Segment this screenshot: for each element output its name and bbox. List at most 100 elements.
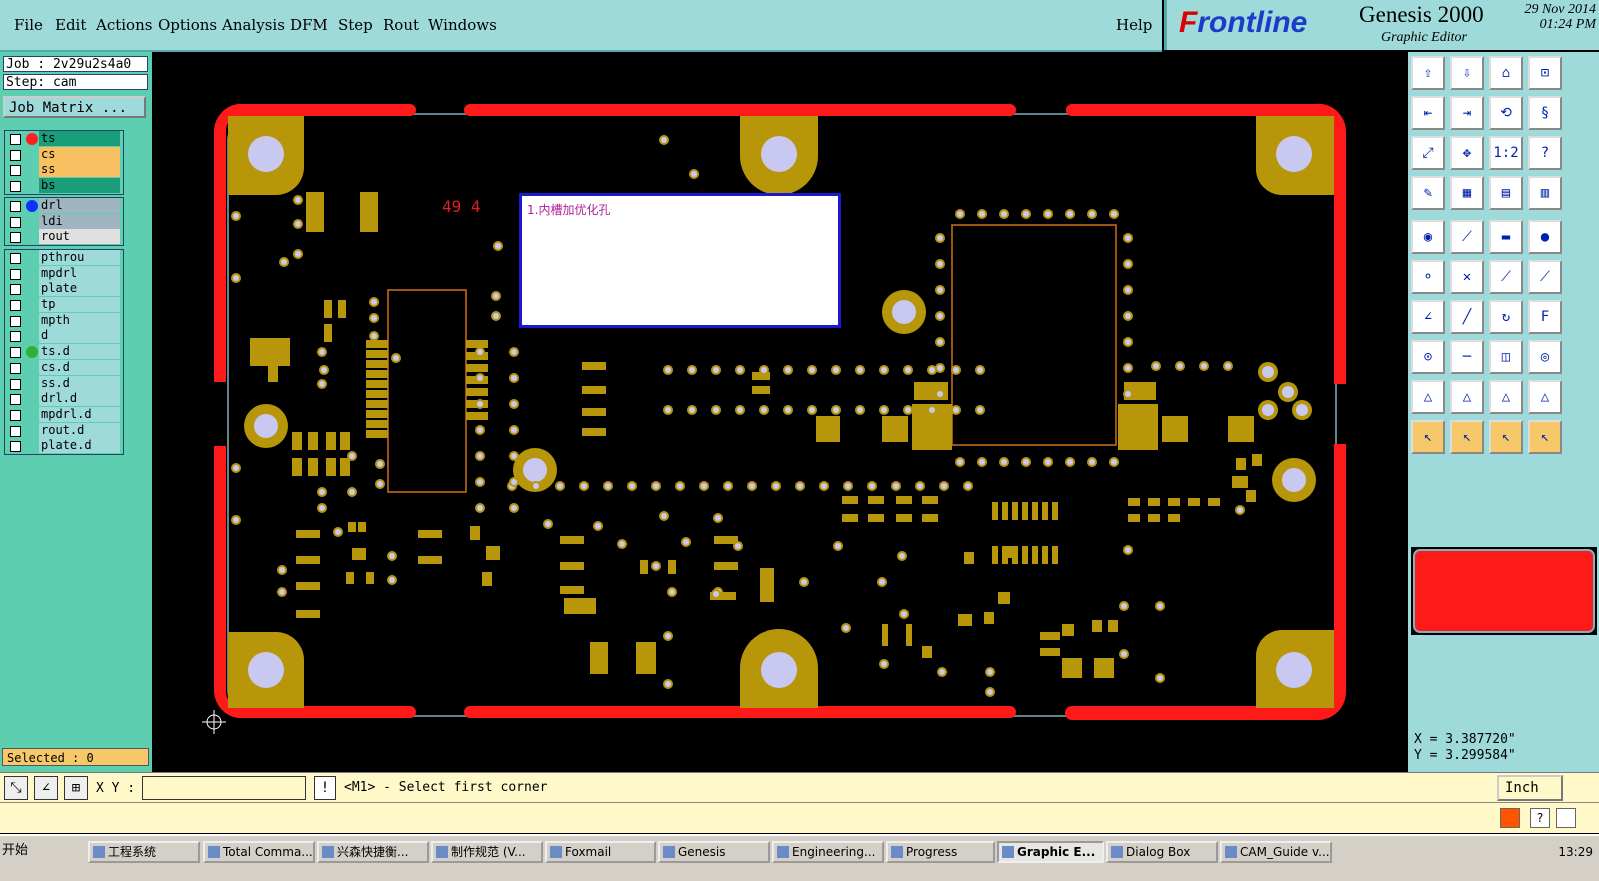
layer-checkbox[interactable] — [10, 331, 21, 343]
help-icon[interactable]: ? — [1530, 808, 1550, 828]
scale-icon[interactable]: 1:2 — [1489, 136, 1523, 170]
start-button[interactable]: 开始 — [2, 841, 50, 863]
select-icon[interactable]: ↖ — [1411, 420, 1445, 454]
layer-row[interactable]: ldi — [5, 213, 123, 230]
layer-checkbox[interactable] — [10, 253, 21, 264]
layers2-icon[interactable]: ▥ — [1528, 176, 1562, 210]
triangle4-icon[interactable]: △ — [1528, 380, 1562, 414]
layer-row[interactable]: mpth — [5, 312, 123, 329]
cross-icon[interactable]: ✕ — [1450, 260, 1484, 294]
menu-analysis[interactable]: Analysis — [222, 16, 285, 34]
layer-checkbox[interactable] — [10, 134, 21, 145]
menu-rout[interactable]: Rout — [383, 16, 419, 34]
angle-icon[interactable]: ∠ — [1411, 300, 1445, 334]
layer-checkbox[interactable] — [10, 315, 21, 327]
layer-row[interactable]: tp — [5, 297, 123, 313]
save-icon[interactable]: ⇩ — [1450, 56, 1484, 90]
measure-icon[interactable]: ◫ — [1489, 340, 1523, 374]
layer-checkbox[interactable] — [10, 347, 21, 359]
duplicate-icon[interactable]: ◎ — [1528, 340, 1562, 374]
arrow-icon[interactable]: ╱ — [1450, 300, 1484, 334]
menu-dfm[interactable]: DFM — [290, 16, 328, 34]
menu-step[interactable]: Step — [338, 16, 373, 34]
taskbar-item[interactable]: 制作规范 (V... — [431, 841, 543, 863]
xy-input[interactable] — [142, 776, 306, 800]
layer-checkbox[interactable] — [10, 268, 21, 280]
triangle2-icon[interactable]: △ — [1450, 380, 1484, 414]
layer-row[interactable]: bs — [5, 178, 123, 194]
layer-row[interactable]: d — [5, 328, 123, 344]
pan-left-icon[interactable]: ⇤ — [1411, 96, 1445, 130]
layer-row[interactable]: ts — [5, 131, 123, 147]
layer-checkbox[interactable] — [10, 149, 21, 161]
select2-icon[interactable]: ↖ — [1450, 420, 1484, 454]
layer-row[interactable]: ts.d — [5, 344, 123, 360]
layer-row[interactable]: rout.d — [5, 422, 123, 439]
layer-row[interactable]: cs — [5, 146, 123, 163]
board-minimap[interactable] — [1411, 547, 1597, 635]
select4-icon[interactable]: ↖ — [1528, 420, 1562, 454]
unit-selector[interactable]: Inch — [1497, 775, 1563, 801]
pan-right-icon[interactable]: ⇥ — [1450, 96, 1484, 130]
layer-checkbox[interactable] — [10, 362, 21, 374]
layer-checkbox[interactable] — [10, 284, 21, 296]
menu-file[interactable]: File — [14, 16, 43, 34]
connect-icon[interactable]: ⚬ — [1411, 260, 1445, 294]
menu-windows[interactable]: Windows — [428, 16, 497, 34]
home-icon[interactable]: ⇧ — [1411, 56, 1445, 90]
job-matrix-button[interactable]: Job Matrix ... — [3, 96, 146, 118]
line2-icon[interactable]: ⟋ — [1528, 260, 1562, 294]
grid-icon[interactable]: ⊞ — [64, 776, 88, 800]
note-box[interactable]: 1.内槽加优化孔 — [519, 193, 841, 328]
select3-icon[interactable]: ↖ — [1489, 420, 1523, 454]
measure-icon[interactable]: ∠ — [34, 776, 58, 800]
tool-icon[interactable]: ✎ — [1411, 176, 1445, 210]
layer-row[interactable]: plate.d — [5, 438, 123, 454]
layer-checkbox[interactable] — [10, 216, 21, 228]
taskbar-item[interactable]: Genesis — [658, 841, 770, 863]
grid-icon[interactable]: ▦ — [1450, 176, 1484, 210]
taskbar-item[interactable]: 工程系统 — [88, 841, 200, 863]
center-icon[interactable]: ✥ — [1450, 136, 1484, 170]
minus-icon[interactable]: ─ — [1450, 340, 1484, 374]
layer-checkbox[interactable] — [10, 394, 21, 406]
exclaim-button[interactable]: ! — [314, 776, 336, 800]
window-icon[interactable]: ⊡ — [1528, 56, 1562, 90]
fence-icon[interactable]: F — [1528, 300, 1562, 334]
menu-actions[interactable]: Actions — [96, 16, 152, 34]
ruler-icon[interactable]: ⟋ — [1450, 220, 1484, 254]
menu-options[interactable]: Options — [158, 16, 217, 34]
layer-checkbox[interactable] — [10, 425, 21, 437]
layer-row[interactable]: mpdrl — [5, 265, 123, 282]
taskbar-item[interactable]: 兴森快捷衡... — [317, 841, 429, 863]
help-icon[interactable]: ? — [1528, 136, 1562, 170]
board-canvas[interactable]: 49 4 — [152, 52, 1408, 772]
close-icon[interactable] — [1556, 808, 1576, 828]
zoom-box-icon[interactable]: ⤡ — [4, 776, 28, 800]
layer-row[interactable]: rout — [5, 229, 123, 245]
layer-checkbox[interactable] — [10, 165, 21, 177]
triangle3-icon[interactable]: △ — [1489, 380, 1523, 414]
taskbar-item[interactable]: Engineering... — [772, 841, 884, 863]
layer-row[interactable]: ss.d — [5, 375, 123, 392]
snake-icon[interactable]: § — [1528, 96, 1562, 130]
layer-row[interactable]: plate — [5, 281, 123, 297]
triangle-icon[interactable]: △ — [1411, 380, 1445, 414]
layer-checkbox[interactable] — [10, 201, 21, 212]
layers-icon[interactable]: ▤ — [1489, 176, 1523, 210]
line-icon[interactable]: ⟋ — [1489, 260, 1523, 294]
step-icon[interactable]: ⟲ — [1489, 96, 1523, 130]
layer-checkbox[interactable] — [10, 378, 21, 390]
copy-icon[interactable]: ⊙ — [1411, 340, 1445, 374]
layer-checkbox[interactable] — [10, 441, 21, 453]
layer-checkbox[interactable] — [10, 300, 21, 312]
taskbar-item[interactable]: Dialog Box — [1106, 841, 1218, 863]
fit-icon[interactable]: ⤢ — [1411, 136, 1445, 170]
layer-row[interactable]: mpdrl.d — [5, 406, 123, 423]
layer-row[interactable]: pthrou — [5, 250, 123, 266]
snapshot-icon[interactable]: ◉ — [1411, 220, 1445, 254]
taskbar-item[interactable]: Progress — [886, 841, 995, 863]
taskbar-item[interactable]: Graphic E... — [997, 841, 1104, 863]
layer-checkbox[interactable] — [10, 181, 21, 193]
taskbar-item[interactable]: Foxmail — [545, 841, 656, 863]
